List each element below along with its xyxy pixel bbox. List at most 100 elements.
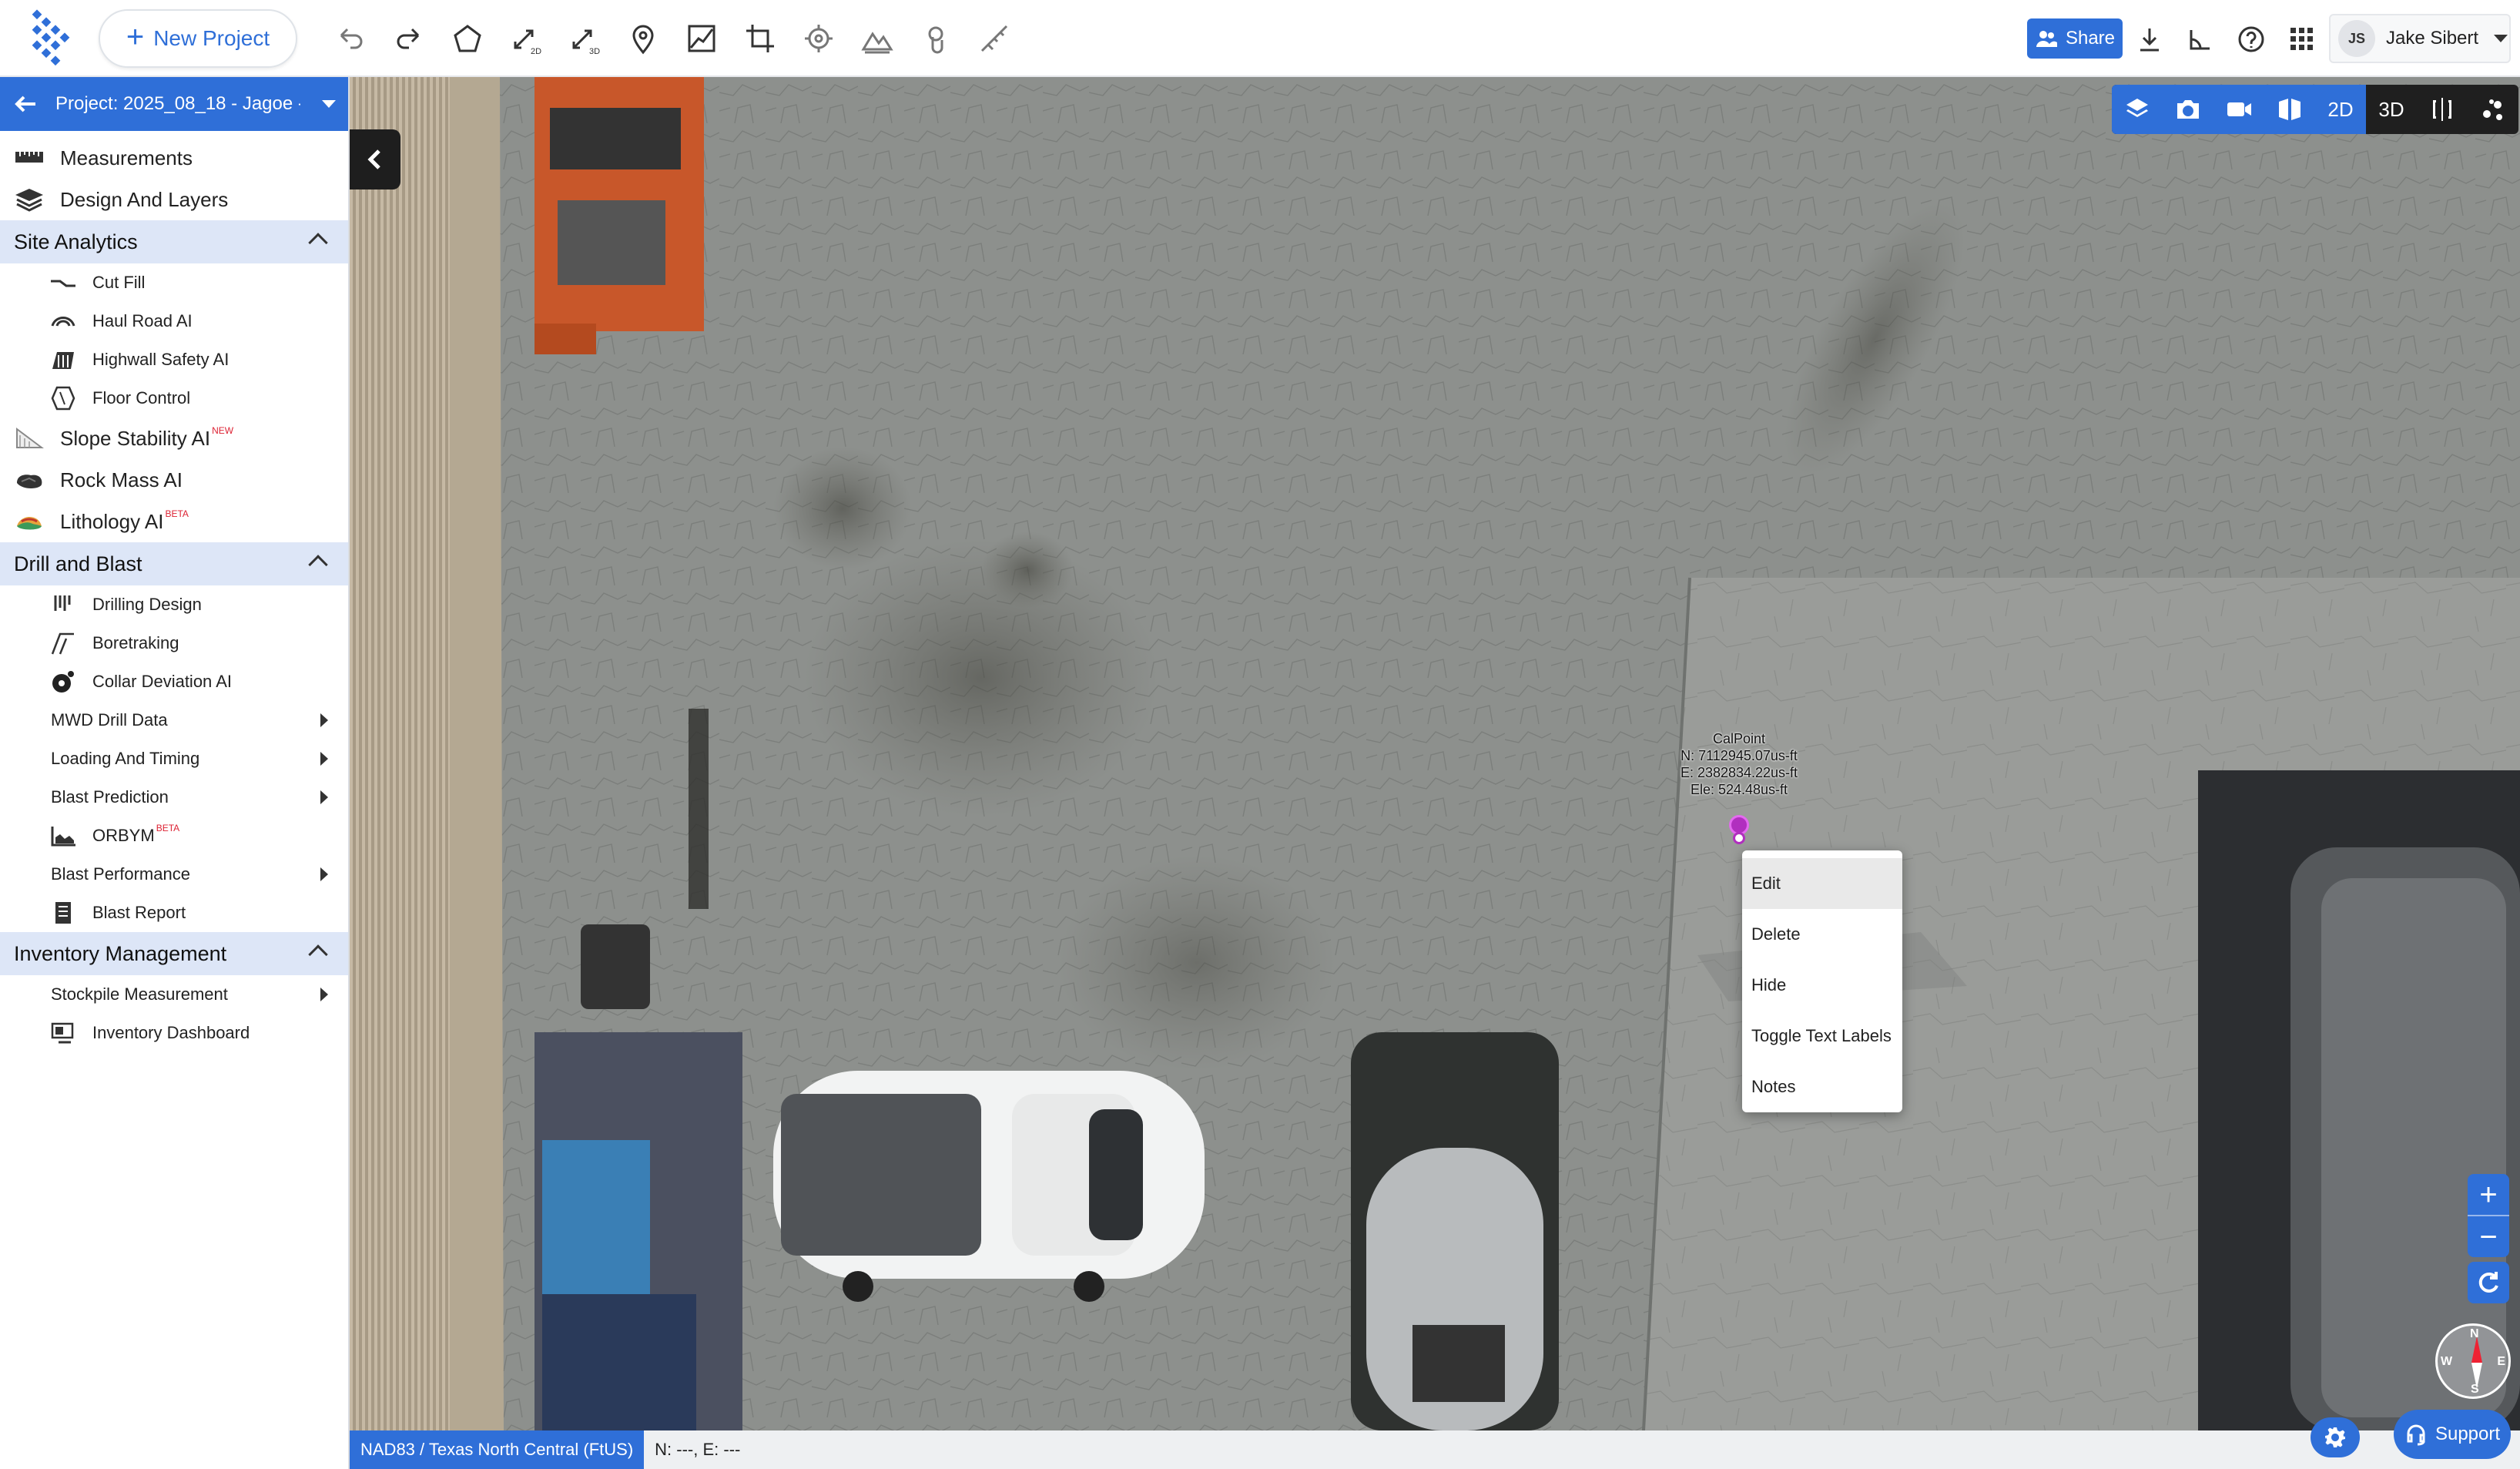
chevron-up-icon[interactable] — [308, 233, 328, 253]
measure-2d-button[interactable]: 2D — [499, 12, 553, 65]
sidebar-item-stockpile-measurement[interactable]: Stockpile Measurement — [0, 975, 348, 1014]
ruler-tool-button[interactable] — [967, 12, 1021, 65]
sidebar-item-label: Boretraking — [92, 633, 179, 652]
sidebar-item-slope-stability-ai[interactable]: Slope Stability AI NEW — [0, 418, 348, 459]
measure-3d-button[interactable]: 3D — [558, 12, 612, 65]
context-menu-hide[interactable]: Hide — [1742, 960, 1902, 1011]
submenu-arrow-icon — [320, 752, 328, 766]
sidebar-item-label: Slope Stability AI — [60, 426, 211, 450]
coordinate-system-selector[interactable]: NAD83 / Texas North Central (FtUS) — [350, 1430, 645, 1469]
context-menu-edit[interactable]: Edit — [1742, 858, 1902, 909]
sidebar-item-mwd-drill-data[interactable]: MWD Drill Data — [0, 701, 348, 740]
calpoint-name: CalPoint — [1712, 731, 1766, 746]
target-tool-button[interactable] — [792, 12, 846, 65]
layers-toggle-button[interactable] — [2112, 85, 2163, 134]
status-bar: NAD83 / Texas North Central (FtUS) N: --… — [350, 1430, 2520, 1469]
section-site-analytics[interactable]: Site Analytics — [0, 220, 348, 263]
sidebar-item-highwall-safety-ai[interactable]: Highwall Safety AI — [0, 340, 348, 379]
redo-button[interactable] — [382, 12, 436, 65]
sidebar-item-loading-and-timing[interactable]: Loading And Timing — [0, 740, 348, 778]
sidebar-item-haul-road-ai[interactable]: Haul Road AI — [0, 302, 348, 340]
zoom-out-button[interactable]: − — [2468, 1216, 2509, 1257]
new-project-button[interactable]: + New Project — [99, 9, 297, 68]
sidebar-item-floor-control[interactable]: Floor Control — [0, 379, 348, 418]
back-arrow-icon[interactable] — [12, 91, 39, 117]
layers-icon — [2126, 99, 2148, 117]
sidebar-item-label: Highwall Safety AI — [92, 350, 230, 369]
context-menu: Edit Delete Hide Toggle Text Labels Note… — [1742, 850, 1902, 1112]
point-cloud-button[interactable] — [2468, 85, 2518, 134]
profile-tool-button[interactable] — [675, 12, 729, 65]
crop-tool-button[interactable] — [733, 12, 787, 65]
settings-button[interactable] — [2311, 1417, 2360, 1457]
download-button[interactable] — [2130, 20, 2169, 59]
zoom-in-button[interactable]: + — [2468, 1174, 2509, 1216]
section-drill-and-blast[interactable]: Drill and Blast — [0, 542, 348, 585]
section-inventory-management[interactable]: Inventory Management — [0, 932, 348, 975]
project-name: Project: 2025_08_18 - Jagoe -... — [55, 93, 300, 114]
ruler-icon — [980, 25, 1008, 52]
sidebar-item-collar-deviation-ai[interactable]: Collar Deviation AI — [0, 662, 348, 701]
context-menu-toggle-text-labels[interactable]: Toggle Text Labels — [1742, 1011, 1902, 1062]
touch-tool-button[interactable] — [909, 12, 963, 65]
angle-icon — [2190, 30, 2210, 50]
apps-grid-button[interactable] — [2283, 20, 2321, 59]
avatar: JS — [2338, 20, 2375, 57]
sidebar-item-measurements[interactable]: Measurements — [0, 137, 348, 179]
context-menu-notes[interactable]: Notes — [1742, 1062, 1902, 1112]
redo-icon — [397, 28, 420, 49]
sidebar-item-rock-mass-ai[interactable]: Rock Mass AI — [0, 459, 348, 501]
help-icon — [2238, 26, 2264, 52]
sidebar-item-label: Measurements — [60, 146, 193, 169]
angle-measure-button[interactable] — [2181, 20, 2220, 59]
support-button[interactable]: Support — [2394, 1410, 2511, 1459]
polygon-tool-button[interactable] — [441, 12, 494, 65]
reset-rotation-button[interactable] — [2468, 1262, 2509, 1303]
sidebar-item-drilling-design[interactable]: Drilling Design — [0, 585, 348, 624]
rock-icon — [14, 468, 45, 492]
sidebar-item-label: Drilling Design — [92, 595, 202, 614]
user-menu[interactable]: JS Jake Sibert — [2329, 14, 2511, 63]
sidebar-item-blast-performance[interactable]: Blast Performance — [0, 855, 348, 894]
sidebar-item-orbym[interactable]: ORBYM BETA — [0, 817, 348, 855]
sidebar-item-label: Haul Road AI — [92, 311, 193, 330]
undo-icon — [340, 28, 363, 49]
sidebar-item-cut-fill[interactable]: Cut Fill — [0, 263, 348, 302]
compare-button[interactable] — [2264, 85, 2315, 134]
plus-icon: + — [126, 20, 145, 54]
location-pin-button[interactable] — [616, 12, 670, 65]
section-title: Drill and Blast — [14, 552, 142, 575]
sidebar-item-blast-report[interactable]: Blast Report — [0, 894, 348, 932]
view-3d-button[interactable]: 3D — [2366, 85, 2417, 134]
sidebar-item-lithology-ai[interactable]: Lithology AI BETA — [0, 501, 348, 542]
collapse-sidebar-button[interactable] — [350, 129, 400, 189]
rotate-icon — [2478, 1272, 2498, 1293]
screenshot-button[interactable] — [2163, 85, 2213, 134]
sidebar-item-blast-prediction[interactable]: Blast Prediction — [0, 778, 348, 817]
camera-icon — [2177, 100, 2199, 119]
calpoint-handle[interactable] — [1733, 832, 1745, 844]
share-button[interactable]: Share — [2027, 18, 2123, 59]
app-logo[interactable] — [26, 8, 72, 69]
submenu-arrow-icon — [320, 790, 328, 804]
chevron-up-icon[interactable] — [308, 944, 328, 964]
undo-button[interactable] — [323, 12, 377, 65]
map-viewport[interactable]: CalPoint N: 7112945.07us-ft E: 2382834.2… — [350, 77, 2520, 1430]
context-menu-delete[interactable]: Delete — [1742, 909, 1902, 960]
calpoint-east: E: 2382834.22us-ft — [1680, 765, 1798, 780]
split-view-button[interactable] — [2417, 85, 2468, 134]
chevron-up-icon[interactable] — [308, 555, 328, 575]
drilling-icon — [49, 592, 77, 617]
compass-widget[interactable]: N E S W — [2435, 1323, 2511, 1399]
video-button[interactable] — [2213, 85, 2264, 134]
sidebar-item-design-and-layers[interactable]: Design And Layers — [0, 179, 348, 220]
terrain-tool-button[interactable] — [850, 12, 904, 65]
sidebar-item-inventory-dashboard[interactable]: Inventory Dashboard — [0, 1014, 348, 1052]
sidebar-item-boretraking[interactable]: Boretraking — [0, 624, 348, 662]
help-button[interactable] — [2232, 20, 2270, 59]
project-selector[interactable]: Project: 2025_08_18 - Jagoe -... — [0, 77, 348, 131]
beta-badge: BETA — [165, 508, 189, 519]
view-2d-button[interactable]: 2D — [2315, 85, 2366, 134]
sidebar: Project: 2025_08_18 - Jagoe -... Measure… — [0, 77, 350, 1469]
aerial-imagery — [350, 77, 2520, 1430]
